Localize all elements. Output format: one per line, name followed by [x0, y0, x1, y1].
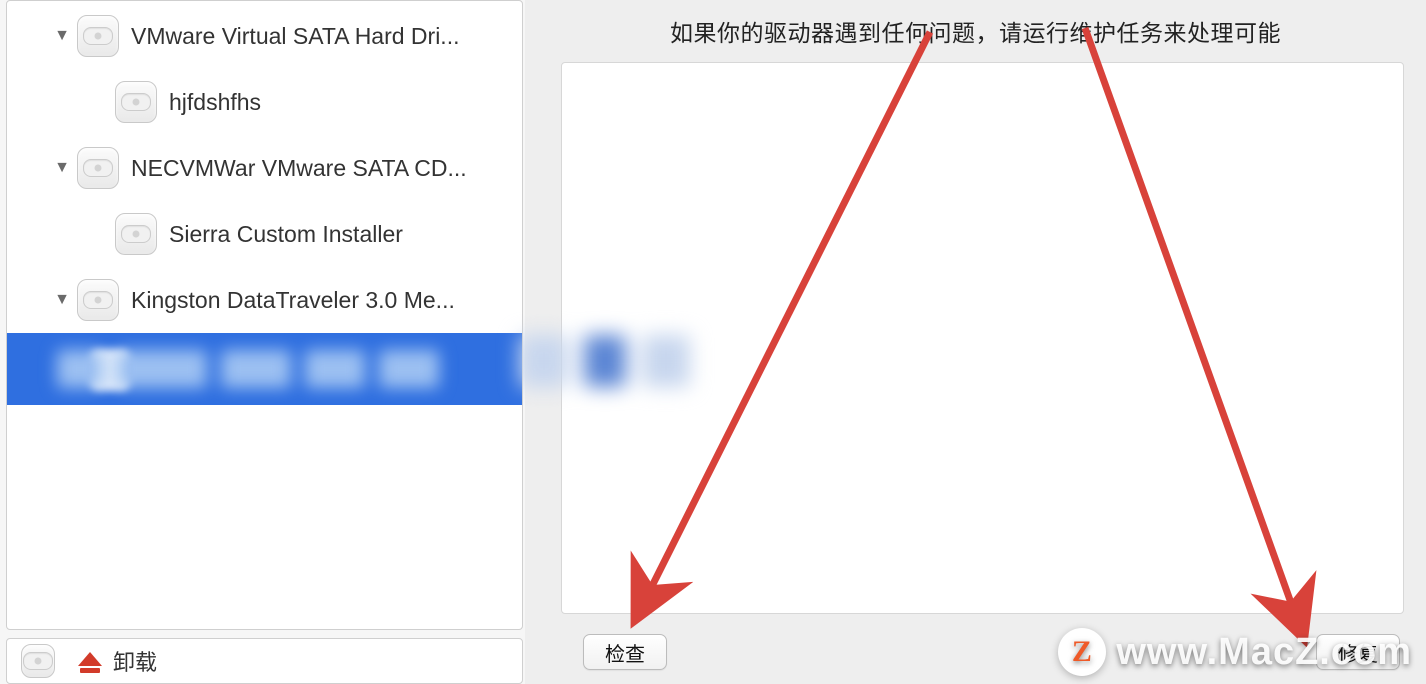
tree-item-kingston-datatraveler[interactable]: ▼ Kingston DataTraveler 3.0 Me...	[7, 267, 522, 333]
disk-icon	[115, 213, 157, 255]
chevron-down-icon[interactable]: ▼	[51, 27, 73, 45]
tree-item-nec-vmware-cd[interactable]: ▼ NECVMWar VMware SATA CD...	[7, 135, 522, 201]
redacted-content	[57, 343, 522, 395]
sidebar-column: ▼ VMware Virtual SATA Hard Dri... ▼ hjfd…	[0, 0, 525, 684]
tree-item-vmware-sata-hdd[interactable]: ▼ VMware Virtual SATA Hard Dri...	[7, 3, 522, 69]
disk-tree: ▼ VMware Virtual SATA Hard Dri... ▼ hjfd…	[6, 0, 523, 630]
chevron-down-icon[interactable]: ▼	[51, 291, 73, 309]
watermark-badge-icon: Z	[1058, 628, 1106, 676]
disk-icon	[21, 644, 55, 678]
tree-item-label: Kingston DataTraveler 3.0 Me...	[131, 287, 455, 314]
disk-icon	[77, 15, 119, 57]
instruction-text: 如果你的驱动器遇到任何问题，请运行维护任务来处理可能	[525, 0, 1426, 56]
eject-icon[interactable]	[75, 646, 105, 676]
redaction-bleed	[520, 335, 690, 405]
sidebar-bottom-bar: 卸载	[6, 638, 523, 684]
watermark: Z www.MacZ.com	[1058, 628, 1412, 676]
tree-item-label: Sierra Custom Installer	[169, 221, 403, 248]
disk-icon	[77, 279, 119, 321]
check-button[interactable]: 检查	[583, 634, 667, 670]
tree-item-label: hjfdshfhs	[169, 89, 261, 116]
app-root: ▼ VMware Virtual SATA Hard Dri... ▼ hjfd…	[0, 0, 1426, 684]
chevron-down-icon[interactable]: ▼	[51, 159, 73, 177]
unmount-label: 卸载	[113, 645, 157, 677]
tree-item-label: VMware Virtual SATA Hard Dri...	[131, 23, 459, 50]
tree-item-sierra-installer[interactable]: ▼ Sierra Custom Installer	[7, 201, 522, 267]
tree: ▼ VMware Virtual SATA Hard Dri... ▼ hjfd…	[7, 1, 522, 405]
tree-item-label: NECVMWar VMware SATA CD...	[131, 155, 467, 182]
tree-item-selected-redacted[interactable]	[7, 333, 522, 405]
tree-item-hjfdshfhs[interactable]: ▼ hjfdshfhs	[7, 69, 522, 135]
disk-icon	[115, 81, 157, 123]
watermark-text: www.MacZ.com	[1116, 631, 1412, 674]
disk-icon	[77, 147, 119, 189]
